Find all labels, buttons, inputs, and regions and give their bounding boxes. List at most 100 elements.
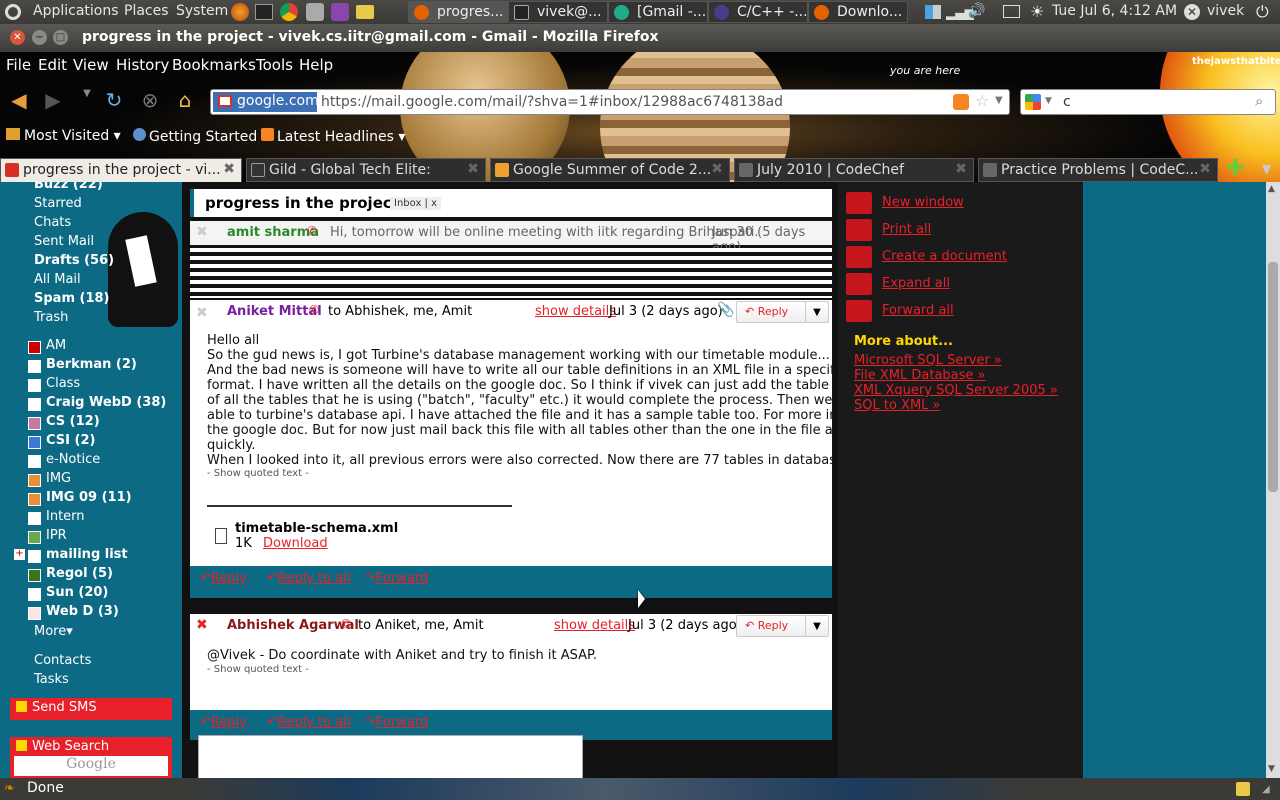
remove-label-icon[interactable]: x (431, 198, 437, 209)
label-item[interactable]: CSI (2) (46, 433, 95, 448)
print-all-icon[interactable] (846, 219, 872, 241)
menu-history[interactable]: History (116, 56, 169, 74)
back-arrow-icon[interactable]: ◀ (6, 88, 32, 114)
bookmark-star-icon[interactable]: ☆ (975, 91, 989, 110)
create-document-link[interactable]: Create a document (882, 249, 1007, 264)
label-item[interactable]: CS (12) (46, 414, 100, 429)
rss-icon[interactable] (953, 94, 969, 110)
star-icon[interactable]: ✖ (196, 224, 208, 240)
home-icon[interactable]: ⌂ (172, 88, 198, 114)
label-color-swatch[interactable] (28, 531, 41, 544)
label-color-swatch[interactable] (28, 379, 41, 392)
collapse-icon[interactable] (16, 701, 27, 712)
nav-buzz[interactable]: Buzz (22) (34, 182, 103, 192)
history-dropdown-icon[interactable]: ▼ (74, 88, 100, 114)
nav-more[interactable]: More▾ (34, 624, 73, 639)
tab-codechef-practice[interactable]: Practice Problems | CodeC... ✖ (978, 158, 1218, 182)
tab-gsoc[interactable]: Google Summer of Code 2... ✖ (490, 158, 730, 182)
new-window-link[interactable]: New window (882, 195, 964, 210)
create-document-icon[interactable] (846, 246, 872, 268)
label-item[interactable]: AM (46, 338, 66, 353)
more-actions-dropdown[interactable]: ▼ (805, 301, 829, 323)
label-color-swatch[interactable] (28, 512, 41, 525)
label-item[interactable]: Intern (46, 509, 85, 524)
star-icon[interactable]: ✖ (196, 305, 208, 321)
show-details-link[interactable]: show details (535, 304, 616, 319)
collapse-icon[interactable] (16, 740, 27, 751)
forward-link[interactable]: ↷ Forward (365, 715, 428, 730)
terminal-launcher-icon[interactable] (255, 4, 273, 20)
show-quoted-text-link[interactable]: - Show quoted text - (207, 468, 309, 479)
mail-icon[interactable] (1003, 5, 1020, 18)
site-identity-button[interactable]: google.com (213, 92, 319, 112)
forward-arrow-icon[interactable]: ▶ (40, 88, 66, 114)
related-link[interactable]: Microsoft SQL Server » (854, 353, 1002, 368)
message-sender[interactable]: Abhishek Agarwal (227, 618, 359, 633)
collapsed-message[interactable]: ✖ amit sharma ✆ Hi, tomorrow will be onl… (190, 221, 832, 255)
page-scrollbar[interactable]: ▲ ▼ (1266, 182, 1280, 778)
star-icon[interactable]: ✖ (196, 617, 208, 633)
nav-tasks[interactable]: Tasks (34, 672, 69, 687)
more-actions-dropdown[interactable]: ▼ (805, 615, 829, 637)
message-sender[interactable]: Aniket Mittal (227, 304, 322, 319)
nav-all-mail[interactable]: All Mail (34, 272, 81, 287)
quick-reply-box[interactable] (198, 735, 583, 778)
tab-gild[interactable]: Gild - Global Tech Elite: ✖ (246, 158, 486, 182)
nav-spam[interactable]: Spam (18) (34, 291, 110, 306)
nav-sent-mail[interactable]: Sent Mail (34, 234, 94, 249)
label-item[interactable]: e-Notice (46, 452, 100, 467)
forward-all-link[interactable]: Forward all (882, 303, 954, 318)
stop-icon[interactable]: ⊗ (137, 88, 163, 114)
label-item[interactable]: IPR (46, 528, 67, 543)
show-quoted-text-link[interactable]: - Show quoted text - (207, 664, 309, 675)
weather-sun-icon[interactable]: ☀ (1030, 2, 1044, 21)
expand-all-link[interactable]: Expand all (882, 276, 950, 291)
send-sms-box[interactable]: Send SMS (10, 698, 172, 720)
label-item[interactable]: mailing list (46, 547, 128, 562)
label-item[interactable]: Sun (20) (46, 585, 108, 600)
firefox-launcher-icon[interactable] (231, 3, 249, 21)
new-tab-plus-icon[interactable]: ✚ (1226, 156, 1244, 181)
nav-contacts[interactable]: Contacts (34, 653, 91, 668)
user-icon[interactable]: ✕ (1184, 4, 1200, 20)
reply-all-link[interactable]: ↶ Reply to all (267, 571, 350, 586)
label-color-swatch[interactable] (28, 588, 41, 601)
reply-link[interactable]: ↶ Reply (200, 715, 247, 730)
download-link[interactable]: Download (263, 536, 328, 551)
label-color-swatch[interactable] (28, 455, 41, 468)
scroll-up-arrow-icon[interactable]: ▲ (1268, 184, 1275, 194)
tab-list-dropdown-icon[interactable]: ▼ (1262, 162, 1271, 176)
reply-button[interactable]: ↶ Reply (736, 615, 806, 637)
menu-help[interactable]: Help (299, 56, 333, 74)
volume-icon[interactable]: 🔊 (968, 3, 985, 19)
nav-chats[interactable]: Chats (34, 215, 71, 230)
applications-menu[interactable]: Applications (33, 3, 119, 19)
taskbar-item-eclipse[interactable]: C/C++ -... (708, 1, 808, 23)
label-item[interactable]: Web D (3) (46, 604, 119, 619)
reload-icon[interactable]: ↻ (101, 88, 127, 114)
reply-all-link[interactable]: ↶ Reply to all (267, 715, 350, 730)
bookmark-most-visited[interactable]: Most Visited ▾ (6, 128, 121, 144)
label-color-swatch[interactable] (28, 341, 41, 354)
close-tab-icon[interactable]: ✖ (223, 161, 235, 177)
label-item[interactable]: Berkman (2) (46, 357, 137, 372)
tab-codechef-july[interactable]: July 2010 | CodeChef ✖ (734, 158, 974, 182)
bookmark-latest-headlines[interactable]: Latest Headlines ▾ (261, 128, 405, 145)
lock-icon[interactable] (1236, 782, 1250, 796)
menu-bookmarks[interactable]: Bookmarks (172, 56, 256, 74)
close-tab-icon[interactable]: ✖ (711, 161, 723, 177)
search-input[interactable]: c (1063, 94, 1071, 110)
close-tab-icon[interactable]: ✖ (467, 161, 479, 177)
taskbar-item-terminal[interactable]: vivek@... (508, 1, 608, 23)
taskbar-item-downloads[interactable]: Downlo... (808, 1, 908, 23)
label-color-swatch[interactable] (28, 436, 41, 449)
reply-link[interactable]: ↶ Reply (200, 571, 247, 586)
print-all-link[interactable]: Print all (882, 222, 931, 237)
ubuntu-logo-icon[interactable] (5, 4, 21, 20)
inbox-label-tag[interactable]: Inbox | x (390, 197, 442, 210)
label-item[interactable]: IMG (46, 471, 71, 486)
menu-tools[interactable]: Tools (256, 56, 293, 74)
reply-button[interactable]: ↶ Reply (736, 301, 806, 323)
menu-view[interactable]: View (73, 56, 109, 74)
related-link[interactable]: XML Xquery SQL Server 2005 » (854, 383, 1058, 398)
